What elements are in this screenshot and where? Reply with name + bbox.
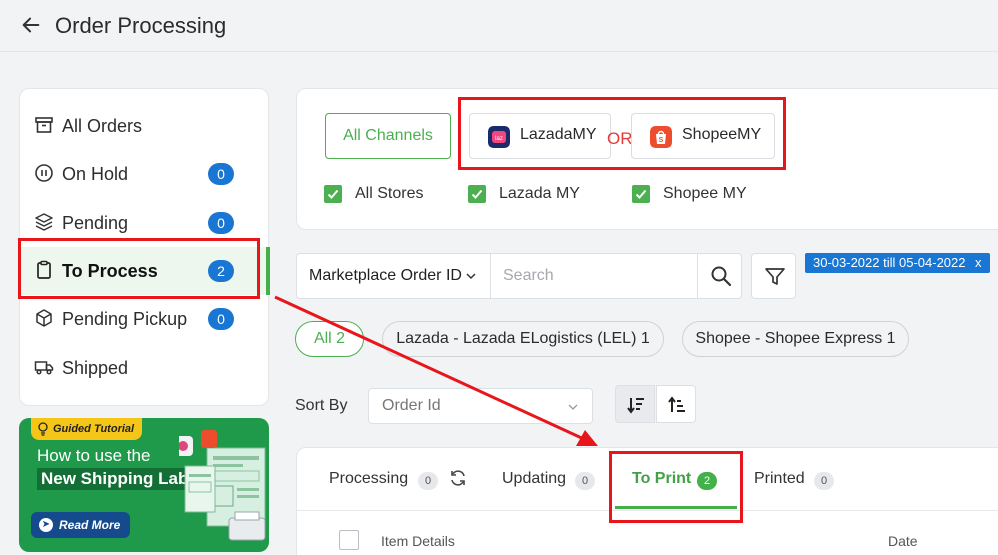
pill-all[interactable]: All 2 — [295, 321, 364, 357]
store-label: All Stores — [355, 185, 424, 202]
search-input[interactable] — [493, 254, 697, 298]
tab-printed[interactable]: Printed 0 — [754, 448, 854, 510]
annotation-box-channels — [458, 97, 786, 170]
sidebar-item-pending-pickup[interactable]: Pending Pickup 0 — [20, 295, 270, 343]
archive-box-icon — [35, 117, 53, 133]
pill-shopee-express[interactable]: Shopee - Shopee Express 1 — [682, 321, 909, 357]
promo-tag: Guided Tutorial — [31, 418, 143, 440]
read-more-button[interactable]: ➤ Read More — [31, 512, 131, 538]
lightbulb-icon — [38, 422, 48, 436]
promo-tag-text: Guided Tutorial — [53, 423, 135, 435]
sidebar-item-label: Pending Pickup — [62, 309, 188, 329]
checkbox-checked-icon — [468, 185, 486, 203]
sidebar-item-shipped[interactable]: Shipped — [20, 344, 270, 392]
close-icon[interactable]: x — [975, 253, 982, 273]
sort-descending-button[interactable] — [615, 385, 655, 423]
refresh-icon[interactable] — [449, 469, 467, 487]
tab-count-badge: 0 — [814, 472, 834, 490]
tab-count-badge: 0 — [575, 472, 595, 490]
active-indicator — [266, 247, 270, 295]
sidebar-item-label: Shipped — [62, 358, 129, 378]
shipping-label-tutorial-banner[interactable]: Guided Tutorial How to use the New Shipp… — [19, 418, 269, 552]
search-icon — [711, 266, 732, 287]
tab-label: Updating — [502, 470, 567, 487]
tab-count-badge: 0 — [418, 472, 438, 490]
filter-button[interactable] — [751, 253, 796, 299]
sort-select[interactable]: Order Id — [368, 388, 593, 424]
pause-circle-icon — [35, 164, 53, 182]
sort-ascending-icon — [668, 396, 685, 412]
promo-headline: How to use the — [37, 446, 151, 465]
shipping-label-illustration — [179, 430, 266, 541]
sidebar-item-on-hold[interactable]: On Hold 0 — [20, 150, 270, 198]
sort-value: Order Id — [382, 397, 441, 414]
tab-label: Printed — [754, 470, 805, 487]
top-bar: Order Processing — [0, 0, 998, 52]
page-title: Order Processing — [55, 13, 227, 38]
truck-icon — [34, 361, 54, 375]
pill-lazada-lel[interactable]: Lazada - Lazada ELogistics (LEL) 1 — [382, 321, 664, 357]
chevron-down-icon — [568, 404, 578, 410]
sidebar-item-label: On Hold — [62, 164, 129, 184]
checkbox-checked-icon — [632, 185, 650, 203]
store-label: Lazada MY — [499, 185, 580, 202]
search-field-select[interactable]: Marketplace Order ID — [297, 254, 491, 298]
count-badge: 0 — [208, 212, 234, 234]
layers-icon — [35, 213, 53, 231]
all-channels-button[interactable]: All Channels — [325, 113, 451, 159]
sort-ascending-button[interactable] — [656, 385, 696, 423]
search-button[interactable] — [697, 254, 742, 298]
select-all-checkbox[interactable] — [339, 530, 359, 550]
date-range-text: 30-03-2022 till 05-04-2022 — [813, 255, 966, 270]
chevron-down-icon — [466, 273, 476, 280]
sidebar-item-label: Pending — [62, 213, 129, 233]
tab-updating[interactable]: Updating 0 — [502, 448, 602, 510]
sidebar-item-label: All Orders — [62, 116, 143, 136]
arrow-right-icon: ➤ — [39, 518, 53, 532]
arrow-left-icon[interactable] — [20, 14, 42, 36]
annotation-box-to-print — [609, 451, 743, 523]
date-range-chip[interactable]: 30-03-2022 till 05-04-2022 x — [805, 253, 990, 273]
sort-label: Sort By — [295, 397, 348, 414]
sidebar-item-all-orders[interactable]: All Orders — [20, 102, 270, 150]
count-badge: 0 — [208, 308, 234, 330]
filter-icon — [765, 268, 785, 285]
read-more-label: Read More — [59, 518, 121, 532]
column-header-item-details[interactable]: Item Details — [381, 533, 455, 549]
checkbox-checked-icon — [324, 185, 342, 203]
tab-label: Processing — [329, 470, 409, 487]
tab-processing[interactable]: Processing 0 — [329, 448, 479, 510]
package-icon — [36, 309, 52, 327]
store-label: Shopee MY — [663, 185, 747, 202]
sort-descending-icon — [627, 398, 644, 414]
annotation-box-to-process — [18, 238, 260, 299]
count-badge: 0 — [208, 163, 234, 185]
order-search-group: Marketplace Order ID — [296, 253, 742, 299]
search-field-value: Marketplace Order ID — [309, 267, 462, 284]
column-header-date[interactable]: Date — [888, 533, 918, 549]
